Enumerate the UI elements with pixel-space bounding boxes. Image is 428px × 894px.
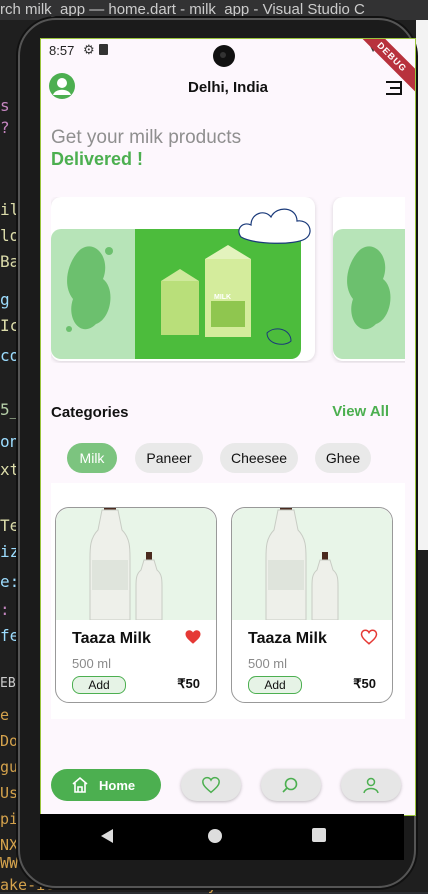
banner-slide[interactable]: MILK <box>51 197 315 361</box>
terminal-fragment: Do <box>0 732 19 750</box>
settings-icon: ⚙ <box>83 42 95 57</box>
user-icon <box>363 777 379 794</box>
front-camera <box>213 45 235 67</box>
milk-splash-graphic <box>347 246 391 330</box>
code-fragment: iz <box>0 542 20 561</box>
product-card[interactable]: Taaza Milk 500 ml Add ₹50 <box>55 496 217 703</box>
nav-home-label: Home <box>99 778 136 793</box>
back-icon[interactable] <box>100 828 114 844</box>
home-circle-icon[interactable] <box>207 828 223 844</box>
code-fragment: ? <box>0 118 10 137</box>
status-time: 8:57 <box>49 43 75 58</box>
chip-cheesee[interactable]: Cheesee <box>220 443 298 473</box>
product-price: ₹50 <box>353 676 376 691</box>
terminal-fragment: e <box>0 706 10 724</box>
product-name: Taaza Milk <box>248 630 327 647</box>
code-fragment: fe <box>0 626 20 645</box>
terminal-fragment: Us <box>0 784 19 802</box>
code-fragment: xt <box>0 460 20 479</box>
code-fragment: co <box>0 346 20 365</box>
hero-subtitle: Get your milk products <box>51 127 242 148</box>
code-fragment: g <box>0 290 10 309</box>
add-to-cart-button[interactable]: Add <box>72 676 126 694</box>
nav-profile-button[interactable] <box>341 769 401 801</box>
terminal-fragment: gu <box>0 758 19 776</box>
home-icon <box>72 776 88 793</box>
vscode-window-title: rch milk_app — home.dart - milk_app - Vi… <box>0 0 428 20</box>
chip-milk[interactable]: Milk <box>67 443 117 473</box>
hero-title: Delivered ! <box>51 149 144 169</box>
terminal-fragment: WW <box>0 854 19 872</box>
bottom-navigation: Home <box>51 769 405 803</box>
product-list: Taaza Milk 500 ml Add ₹50 Taaza Milk 500… <box>51 483 405 719</box>
cloud-doodle <box>238 208 311 244</box>
product-name: Taaza Milk <box>72 630 151 647</box>
code-fragment: s <box>0 96 10 115</box>
favorite-heart-filled-icon[interactable] <box>184 628 202 646</box>
code-fragment: Ic <box>0 316 20 335</box>
product-image <box>56 496 216 621</box>
product-size: 500 ml <box>72 656 112 671</box>
nav-search-button[interactable] <box>261 769 321 801</box>
code-fragment: : <box>0 600 10 619</box>
product-image <box>232 496 392 621</box>
code-fragment: Te <box>0 516 20 535</box>
code-fragment: Ba <box>0 252 20 271</box>
milk-splash-graphic <box>66 246 113 332</box>
chip-ghee[interactable]: Ghee <box>315 443 371 473</box>
android-system-navbar <box>40 814 404 860</box>
favorite-heart-outline-icon[interactable] <box>360 628 378 646</box>
banner-carousel[interactable]: MILK <box>51 197 405 363</box>
code-fragment: 5_ <box>0 400 20 419</box>
app-screen: 8:57 ⚙ ▼ DEBUG Delhi, India Get your mil… <box>40 38 416 816</box>
chip-paneer[interactable]: Paneer <box>135 443 203 473</box>
banner-slide-next[interactable] <box>333 197 405 361</box>
view-all-link[interactable]: View All <box>332 403 389 420</box>
status-bar: 8:57 ⚙ ▼ DEBUG <box>41 39 415 95</box>
sd-card-icon <box>99 44 108 55</box>
search-icon <box>282 777 298 793</box>
banner-splash-panel <box>333 229 405 359</box>
code-fragment: on <box>0 432 20 451</box>
add-to-cart-button[interactable]: Add <box>248 676 302 694</box>
menu-icon[interactable] <box>383 79 403 97</box>
code-fragment: e: <box>0 572 20 591</box>
nav-home-button[interactable]: Home <box>51 769 161 801</box>
milk-bottle-graphic <box>89 496 163 621</box>
nav-favorites-button[interactable] <box>181 769 241 801</box>
milk-bottle-graphic <box>265 496 339 621</box>
vscode-side-panel <box>416 20 428 550</box>
categories-title: Categories <box>51 404 129 421</box>
terminal-fragment: pi <box>0 810 19 828</box>
code-fragment: il <box>0 200 20 219</box>
product-price: ₹50 <box>177 676 200 691</box>
banner-splash-panel <box>51 229 135 359</box>
carton-label: MILK <box>214 294 231 301</box>
code-fragment: lo <box>0 226 20 245</box>
product-card[interactable]: Taaza Milk 500 ml Add ₹50 <box>231 496 393 703</box>
recents-icon[interactable] <box>312 828 326 842</box>
product-size: 500 ml <box>248 656 288 671</box>
location-label[interactable]: Delhi, India <box>41 79 415 96</box>
terminal-fragment: NX <box>0 836 19 854</box>
heart-icon <box>202 776 220 794</box>
app-header: Delhi, India <box>41 71 415 111</box>
